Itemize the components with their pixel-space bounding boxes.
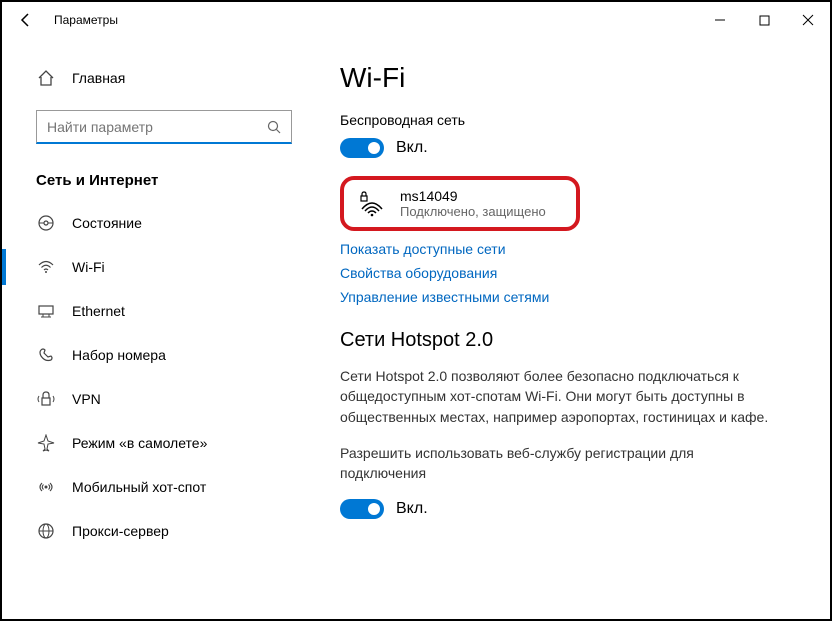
hotspot-icon: [36, 477, 56, 497]
sidebar-home[interactable]: Главная: [2, 58, 312, 98]
hotspot-toggle[interactable]: [340, 499, 384, 519]
network-status: Подключено, защищено: [400, 204, 546, 219]
hotspot-description: Сети Hotspot 2.0 позволяют более безопас…: [340, 366, 770, 427]
proxy-icon: [36, 521, 56, 541]
wifi-toggle[interactable]: [340, 138, 384, 158]
close-button[interactable]: [786, 2, 830, 38]
sidebar-item-label: Набор номера: [72, 347, 166, 363]
titlebar: Параметры: [2, 2, 830, 38]
minimize-button[interactable]: [698, 2, 742, 38]
hotspot-heading: Сети Hotspot 2.0: [340, 329, 802, 352]
maximize-button[interactable]: [742, 2, 786, 38]
window-title: Параметры: [54, 13, 118, 27]
sidebar-item-label: VPN: [72, 391, 101, 407]
wifi-toggle-state: Вкл.: [396, 139, 428, 157]
home-icon: [36, 68, 56, 88]
search-input[interactable]: [36, 110, 292, 144]
search-icon: [267, 120, 281, 134]
sidebar-home-label: Главная: [72, 70, 125, 86]
network-name: ms14049: [400, 188, 546, 204]
sidebar-item-dialup[interactable]: Набор номера: [2, 333, 312, 377]
sidebar-item-status[interactable]: Состояние: [2, 201, 312, 245]
vpn-icon: [36, 389, 56, 409]
sidebar-item-airplane[interactable]: Режим «в самолете»: [2, 421, 312, 465]
sidebar-item-label: Ethernet: [72, 303, 125, 319]
sidebar: Главная Сеть и Интернет Состояние Wi-Fi: [2, 38, 312, 619]
search-field[interactable]: [47, 119, 267, 135]
connected-network[interactable]: ms14049 Подключено, защищено: [340, 176, 580, 231]
airplane-icon: [36, 433, 56, 453]
ethernet-icon: [36, 301, 56, 321]
link-hardware-properties[interactable]: Свойства оборудования: [340, 265, 802, 281]
wifi-icon: [36, 257, 56, 277]
status-icon: [36, 213, 56, 233]
page-title: Wi-Fi: [340, 62, 802, 94]
sidebar-section-header: Сеть и Интернет: [2, 156, 312, 201]
wireless-label: Беспроводная сеть: [340, 112, 802, 128]
hotspot-allow-label: Разрешить использовать веб-службу регист…: [340, 443, 770, 484]
link-show-networks[interactable]: Показать доступные сети: [340, 241, 802, 257]
back-button[interactable]: [6, 2, 46, 38]
sidebar-item-label: Wi-Fi: [72, 259, 105, 275]
sidebar-item-ethernet[interactable]: Ethernet: [2, 289, 312, 333]
link-manage-known-networks[interactable]: Управление известными сетями: [340, 289, 802, 305]
hotspot-toggle-state: Вкл.: [396, 500, 428, 518]
sidebar-item-vpn[interactable]: VPN: [2, 377, 312, 421]
sidebar-item-label: Прокси-сервер: [72, 523, 169, 539]
sidebar-item-hotspot[interactable]: Мобильный хот-спот: [2, 465, 312, 509]
sidebar-item-wifi[interactable]: Wi-Fi: [2, 245, 312, 289]
dialup-icon: [36, 345, 56, 365]
sidebar-item-label: Состояние: [72, 215, 142, 231]
sidebar-item-proxy[interactable]: Прокси-сервер: [2, 509, 312, 553]
sidebar-item-label: Мобильный хот-спот: [72, 479, 206, 495]
main-panel: Wi-Fi Беспроводная сеть Вкл. ms14049 Под…: [312, 38, 830, 619]
sidebar-item-label: Режим «в самолете»: [72, 435, 207, 451]
wifi-signal-secure-icon: [358, 191, 384, 217]
